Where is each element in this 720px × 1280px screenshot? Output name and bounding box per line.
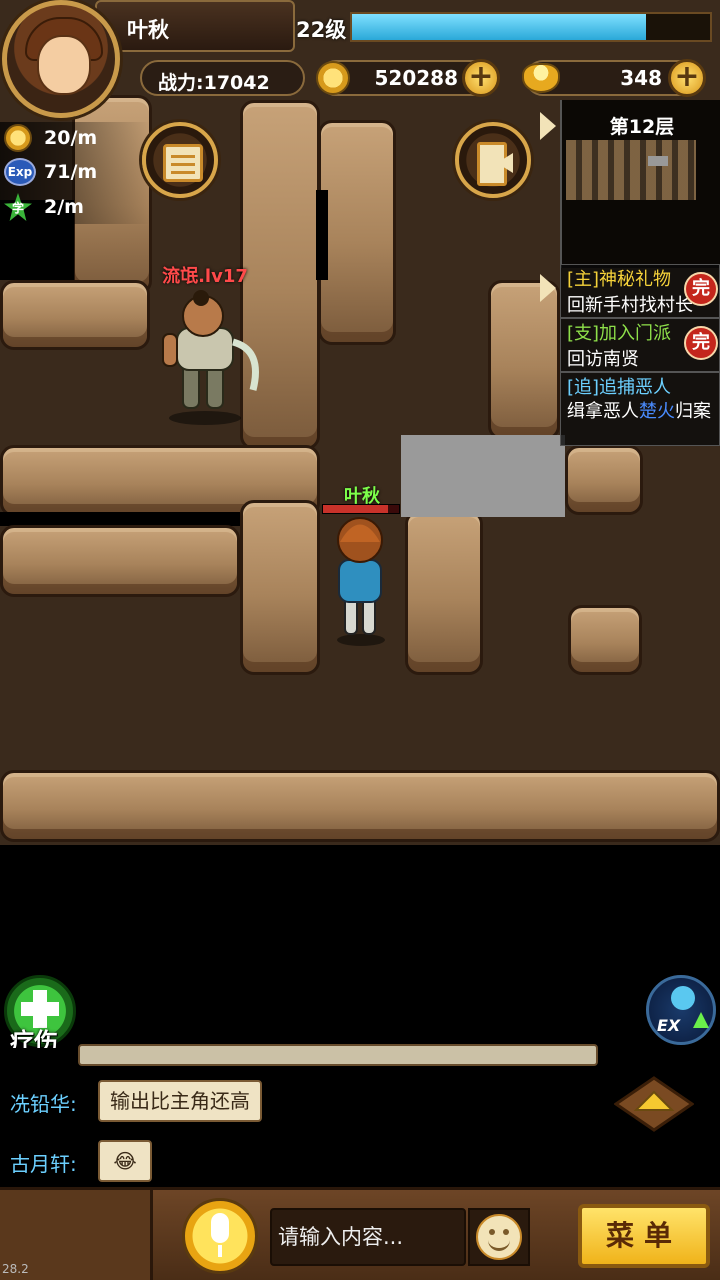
chat-message-emoji: 😂 <box>98 1140 152 1182</box>
emoji-button[interactable] <box>468 1208 530 1266</box>
coin-icon <box>4 124 32 152</box>
exp-bar-track <box>350 12 712 42</box>
calendar-icon <box>163 144 203 182</box>
quest-complete-badge: 完 <box>684 272 718 306</box>
microphone-icon <box>211 1213 229 1243</box>
power-value: 战力:17042 <box>158 72 270 94</box>
exp-bar-fill <box>352 14 646 40</box>
quest-complete-badge: 完 <box>684 326 718 360</box>
rate-coin: 20/m <box>4 122 97 154</box>
bottom-bar: 28.2 请输入内容... 菜单 <box>0 1187 720 1280</box>
exit-dungeon-button[interactable] <box>455 122 531 198</box>
fps-counter: 28.2 <box>2 1262 29 1276</box>
exp-icon: Exp <box>4 158 36 186</box>
player-name: 叶秋 <box>127 18 169 42</box>
ex-skill-icon <box>671 986 695 1010</box>
rock-wall <box>0 525 240 597</box>
chat-expand-button[interactable] <box>613 1076 695 1132</box>
rate-study: 学 2/m <box>4 191 84 223</box>
name-plate: 叶秋 <box>95 0 295 52</box>
copper-coin-icon <box>316 61 350 95</box>
menu-button[interactable]: 菜单 <box>578 1204 710 1268</box>
power-display: 战力:17042 <box>140 60 305 96</box>
ex-skill-button[interactable]: EX <box>646 975 716 1045</box>
minimap-toggle-arrow-icon[interactable] <box>540 112 556 140</box>
minimap-terrain <box>566 140 696 200</box>
rock-wall <box>568 605 642 675</box>
rock-wall <box>240 500 320 675</box>
chasm <box>0 512 240 526</box>
rate-exp: Exp 71/m <box>4 156 97 188</box>
rock-wall-bottom <box>0 770 720 842</box>
chasm <box>316 190 328 280</box>
calendar-button[interactable] <box>142 122 218 198</box>
unloaded-tile <box>401 435 565 517</box>
rock-wall <box>565 445 643 515</box>
chat-sender[interactable]: 冼铅华: <box>10 1088 77 1117</box>
player-avatar[interactable] <box>2 0 120 118</box>
chat-sender[interactable]: 古月轩: <box>10 1148 77 1177</box>
add-gold-button[interactable]: + <box>668 59 706 97</box>
hero-character[interactable] <box>325 512 395 647</box>
voice-button[interactable] <box>182 1198 258 1274</box>
enemy-name-label: 流氓.lv17 <box>162 266 248 287</box>
minimap[interactable]: 第12层 <box>560 100 720 268</box>
rock-wall <box>318 120 396 345</box>
study-star-icon: 学 <box>4 193 32 221</box>
floor-label: 第12层 <box>609 116 675 138</box>
gold-ingot-icon <box>522 63 560 93</box>
gold-value: 348 <box>620 66 662 90</box>
copper-value: 520288 <box>374 66 459 90</box>
chat-panel[interactable]: 冼铅华: 输出比主角还高 古月轩: 😂 <box>0 1044 720 1187</box>
rock-wall <box>405 510 483 675</box>
player-level: 22级 <box>296 18 347 42</box>
level-bar: 22级 <box>296 8 716 48</box>
hero-name-label: 叶秋 <box>344 486 380 507</box>
quest-chase[interactable]: [追]追捕恶人 缉拿恶人楚火归案 <box>560 372 720 446</box>
smiley-icon <box>476 1214 522 1260</box>
add-copper-button[interactable]: + <box>462 59 500 97</box>
rock-wall <box>488 280 560 440</box>
chat-message: 输出比主角还高 <box>98 1080 262 1122</box>
rock-wall <box>0 280 150 350</box>
quest-toggle-arrow-icon[interactable] <box>540 274 556 302</box>
chat-bubble-partial <box>78 1044 598 1066</box>
enemy-thug[interactable] <box>155 290 265 425</box>
chat-input[interactable]: 请输入内容... <box>270 1208 466 1266</box>
